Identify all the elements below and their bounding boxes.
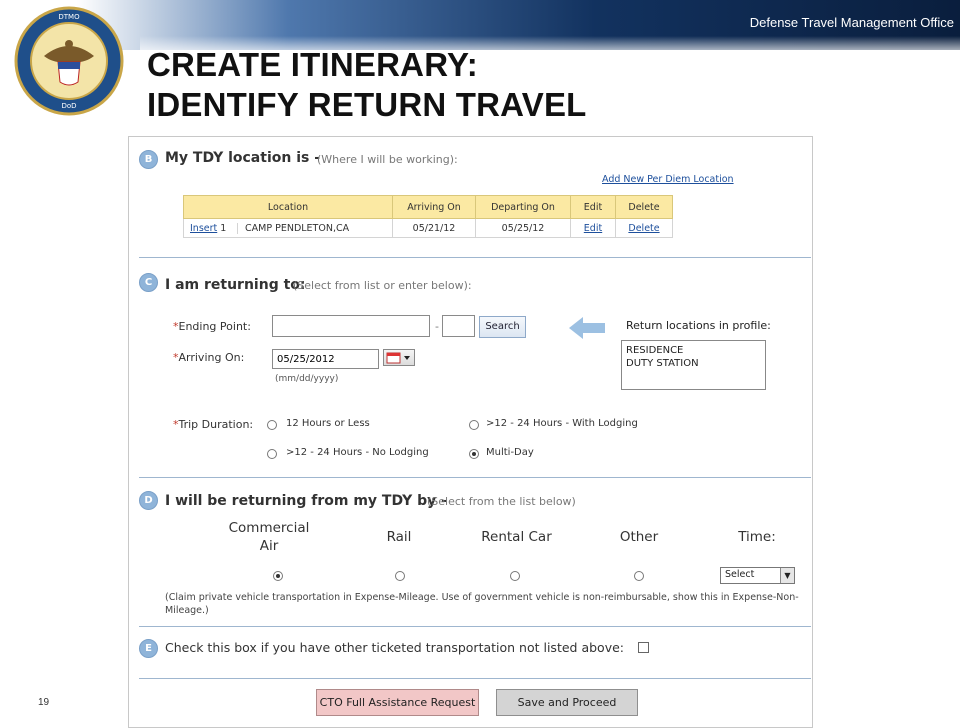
list-item[interactable]: RESIDENCE [626,344,761,357]
other-transport-checkbox[interactable] [638,642,649,653]
location-value: CAMP PENDLETON,CA [245,222,350,234]
duration-with-lodging-radio[interactable] [469,420,479,430]
location-cell: Insert 1 CAMP PENDLETON,CA [183,218,393,238]
mode-rental-car-label: Rental Car [481,529,552,545]
duration-12-hours-radio[interactable] [267,420,277,430]
mode-rail-label: Rail [386,529,412,545]
section-d-heading: I will be returning from my TDY by - [165,493,447,509]
slide-number: 19 [38,697,50,708]
section-divider [139,257,811,258]
col-location: Location [183,195,393,219]
return-locations-label: Return locations in profile: [626,319,771,332]
mode-other-label: Other [619,529,659,545]
mode-rental-car-radio[interactable] [510,571,520,581]
section-b-badge: B [139,150,158,169]
arriving-on-label: *Arriving On: [173,351,245,364]
tdy-location-table: Location Arriving On Departing On Edit D… [183,195,673,238]
return-locations-list[interactable]: RESIDENCE DUTY STATION [621,340,766,390]
section-c-badge: C [139,273,158,292]
delete-link[interactable]: Delete [628,223,659,234]
section-divider [139,678,811,679]
col-delete: Delete [615,195,673,219]
edit-link[interactable]: Edit [584,223,602,234]
dod-seal-icon: DTMO DoD [14,6,124,116]
time-label: Time: [738,529,776,545]
section-e-text: Check this box if you have other tickete… [165,640,624,655]
mode-commercial-air-radio[interactable] [273,571,283,581]
field-separator: - [435,320,439,333]
time-select[interactable]: Select ▼ [720,567,795,584]
save-and-proceed-button[interactable]: Save and Proceed [496,689,638,716]
col-edit: Edit [570,195,616,219]
duration-no-lodging-label: >12 - 24 Hours - No Lodging [286,447,429,458]
trip-duration-label: *Trip Duration: [173,418,254,431]
duration-with-lodging-label: >12 - 24 Hours - With Lodging [486,418,638,429]
ending-point-label: *Ending Point: [173,320,251,333]
cto-full-assistance-button[interactable]: CTO Full Assistance Request [316,689,479,716]
col-arriving: Arriving On [392,195,476,219]
title-line-2: IDENTIFY RETURN TRAVEL [147,86,587,123]
duration-no-lodging-radio[interactable] [267,449,277,459]
duration-multi-day-label: Multi-Day [486,447,534,458]
state-input[interactable] [442,315,475,337]
time-select-value: Select [725,569,755,580]
chevron-down-icon: ▼ [780,568,794,583]
section-divider [139,626,811,627]
section-b-heading: My TDY location is - [165,150,321,166]
arriving-date-input[interactable] [272,349,379,369]
ending-point-input[interactable] [272,315,430,337]
section-c-hint: (Select from list or enter below): [293,279,472,292]
section-divider [139,477,811,478]
calendar-icon [386,352,410,364]
mileage-note: (Claim private vehicle transportation in… [165,592,799,616]
mode-other-radio[interactable] [634,571,644,581]
title-line-1: CREATE ITINERARY: [147,46,478,83]
duration-12-hours-label: 12 Hours or Less [286,418,370,429]
duration-multi-day-radio[interactable] [469,449,479,459]
svg-text:DTMO: DTMO [58,13,80,21]
section-d-hint: (Select from the list below) [427,495,576,508]
mode-commercial-air-label: Commercial Air [228,520,310,554]
list-item[interactable]: DUTY STATION [626,357,761,370]
row-index: 1 [220,222,227,234]
add-per-diem-location-link[interactable]: Add New Per Diem Location [602,174,734,185]
section-c-heading: I am returning to: [165,277,306,293]
itinerary-form-panel: B My TDY location is - (Where I will be … [128,136,813,728]
section-b-hint: (Where I will be working): [317,153,458,166]
mode-rail-radio[interactable] [395,571,405,581]
date-format-hint: (mm/dd/yyyy) [275,374,339,384]
arrow-left-icon [569,317,605,339]
calendar-button[interactable] [383,349,415,366]
col-departing: Departing On [475,195,571,219]
search-button[interactable]: Search [479,316,526,338]
section-d-badge: D [139,491,158,510]
section-e-badge: E [139,639,158,658]
arriving-value: 05/21/12 [392,218,476,238]
table-row: Insert 1 CAMP PENDLETON,CA 05/21/12 05/2… [183,218,673,238]
org-name: Defense Travel Management Office [749,15,954,30]
slide-title: CREATE ITINERARY: IDENTIFY RETURN TRAVEL [147,45,587,125]
insert-link[interactable]: Insert [190,223,217,234]
svg-text:DoD: DoD [61,102,76,110]
departing-value: 05/25/12 [475,218,571,238]
